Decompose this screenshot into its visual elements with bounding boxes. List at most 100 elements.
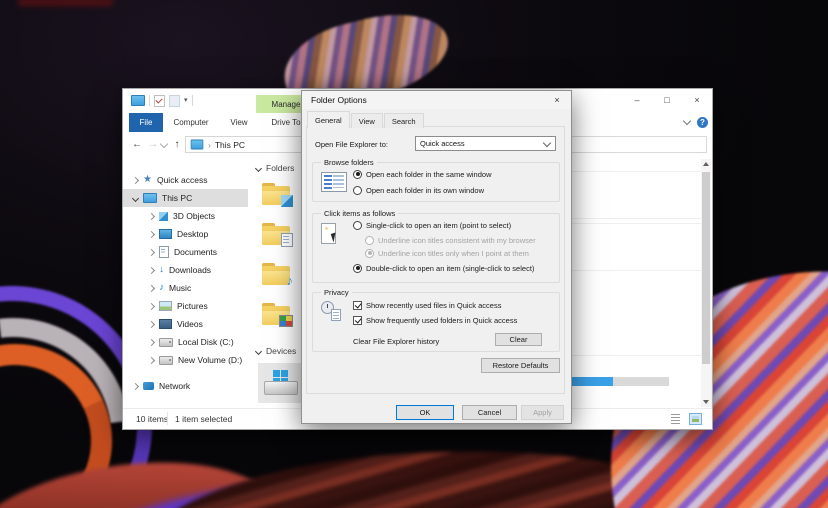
document-icon (331, 309, 341, 321)
checkbox-checked[interactable] (353, 301, 362, 310)
star-icon: ★ (143, 175, 152, 185)
new-folder-icon[interactable] (169, 95, 180, 107)
option-single-click[interactable]: Single-click to open an item (point to s… (353, 220, 511, 230)
chevron-down-icon[interactable] (255, 164, 262, 171)
sidebar-item-quick-access[interactable]: ★ Quick access (123, 171, 248, 189)
cancel-button[interactable]: Cancel (462, 405, 517, 420)
maximize-button[interactable]: □ (652, 89, 682, 111)
radio-unselected[interactable] (353, 221, 362, 230)
scroll-up-icon[interactable] (701, 159, 711, 169)
chevron-right-icon[interactable] (148, 230, 155, 237)
general-tab-page: Open File Explorer to: Quick access Brow… (306, 126, 565, 394)
clear-button[interactable]: Clear (495, 333, 542, 346)
tab-file[interactable]: File (129, 113, 163, 132)
computer-icon (143, 193, 157, 203)
checkbox-checked[interactable] (353, 316, 362, 325)
sidebar-item-label: 3D Objects (173, 211, 215, 221)
radio-selected[interactable] (353, 264, 362, 273)
chevron-right-icon[interactable] (148, 356, 155, 363)
tab-view[interactable]: View (219, 113, 259, 132)
tab-view[interactable]: View (351, 113, 383, 128)
items-count-label: 10 items (136, 414, 168, 424)
folder-tile-3d-objects[interactable] (262, 183, 290, 205)
qat-caret-icon[interactable]: ▾ (184, 97, 188, 104)
privacy-icon (321, 301, 343, 321)
sidebar-item-new-volume-d[interactable]: New Volume (D:) (123, 351, 248, 369)
chevron-right-icon[interactable] (148, 248, 155, 255)
minimize-ribbon-icon[interactable] (683, 117, 691, 125)
ribbon-right-controls: ? (684, 113, 708, 131)
option-label: Open each folder in its own window (366, 186, 484, 195)
tab-search[interactable]: Search (384, 113, 424, 128)
local-disk-tile[interactable] (258, 363, 304, 403)
sidebar-item-label: Local Disk (C:) (178, 337, 234, 347)
minimize-button[interactable]: – (622, 89, 652, 111)
option-same-window[interactable]: Open each folder in the same window (353, 169, 492, 179)
sidebar-item-local-disk-c[interactable]: Local Disk (C:) (123, 333, 248, 351)
folders-section-header[interactable]: Folders (256, 163, 294, 173)
sidebar-item-music[interactable]: ♪ Music (123, 279, 248, 297)
breadcrumb-location[interactable]: This PC (215, 140, 245, 150)
group-legend: Privacy (321, 288, 352, 297)
chevron-right-icon[interactable] (148, 266, 155, 273)
vertical-scrollbar[interactable] (701, 159, 711, 407)
details-view-toggle-icon[interactable] (669, 413, 682, 425)
restore-defaults-button[interactable]: Restore Defaults (481, 358, 560, 373)
folder-tile-music[interactable]: ♪ (262, 263, 290, 285)
help-icon[interactable]: ? (697, 117, 708, 128)
chevron-right-icon[interactable] (132, 176, 139, 183)
open-to-dropdown[interactable]: Quick access (415, 136, 556, 151)
downloads-icon: ↓ (159, 265, 164, 275)
folder-tile-documents[interactable] (262, 223, 290, 245)
chevron-down-icon[interactable] (132, 194, 139, 201)
sidebar-item-this-pc[interactable]: This PC (123, 189, 248, 207)
sidebar-item-network[interactable]: Network (123, 377, 248, 395)
chevron-right-icon[interactable] (148, 284, 155, 291)
music-note-badge-icon: ♪ (287, 275, 294, 287)
sidebar-item-desktop[interactable]: Desktop (123, 225, 248, 243)
thumbnail-view-toggle-icon[interactable] (689, 413, 702, 425)
chevron-right-icon[interactable] (132, 382, 139, 389)
chevron-right-icon[interactable] (148, 212, 155, 219)
chevron-right-icon[interactable] (148, 302, 155, 309)
tab-computer[interactable]: Computer (163, 113, 219, 132)
search-input[interactable] (563, 136, 707, 153)
sidebar-item-pictures[interactable]: Pictures (123, 297, 248, 315)
option-double-click[interactable]: Double-click to open an item (single-cli… (353, 263, 534, 273)
properties-icon[interactable] (154, 95, 165, 107)
sidebar-item-label: Network (159, 381, 190, 391)
option-recent-files[interactable]: Show recently used files in Quick access (353, 300, 501, 310)
close-button[interactable]: × (682, 89, 712, 111)
documents-icon (159, 246, 169, 258)
sidebar-item-3d-objects[interactable]: 3D Objects (123, 207, 248, 225)
toolbar-divider (149, 95, 150, 106)
dropdown-value: Quick access (420, 139, 465, 148)
dialog-title: Folder Options (311, 95, 367, 105)
recent-locations-icon[interactable] (159, 132, 169, 157)
sidebar-item-videos[interactable]: Videos (123, 315, 248, 333)
option-own-window[interactable]: Open each folder in its own window (353, 185, 484, 195)
back-button[interactable]: ← (129, 132, 145, 157)
sidebar-item-documents[interactable]: Documents (123, 243, 248, 261)
dialog-close-button[interactable]: × (549, 93, 565, 107)
radio-unselected[interactable] (353, 186, 362, 195)
chevron-down-icon[interactable] (255, 347, 262, 354)
privacy-group: Privacy Show recently used files in Quic… (312, 292, 560, 352)
folder-tile-pictures[interactable] (262, 303, 290, 325)
devices-section-header[interactable]: Devices (256, 346, 296, 356)
this-pc-icon[interactable] (131, 95, 145, 106)
scrollbar-thumb[interactable] (702, 172, 710, 364)
dialog-title-bar[interactable]: Folder Options × (302, 91, 571, 109)
radio-selected[interactable] (353, 170, 362, 179)
chevron-right-icon[interactable] (148, 338, 155, 345)
chevron-right-icon[interactable] (148, 320, 155, 327)
folder-options-dialog: Folder Options × General View Search Ope… (301, 90, 572, 424)
wallpaper-bottom-bands (136, 432, 724, 508)
tab-general[interactable]: General (307, 111, 350, 128)
ok-button[interactable]: OK (396, 405, 454, 420)
sidebar-item-downloads[interactable]: ↓ Downloads (123, 261, 248, 279)
radio-disabled-selected (365, 249, 374, 258)
option-frequent-folders[interactable]: Show frequently used folders in Quick ac… (353, 315, 517, 325)
up-button[interactable]: ↑ (169, 132, 185, 157)
scroll-down-icon[interactable] (701, 397, 711, 407)
